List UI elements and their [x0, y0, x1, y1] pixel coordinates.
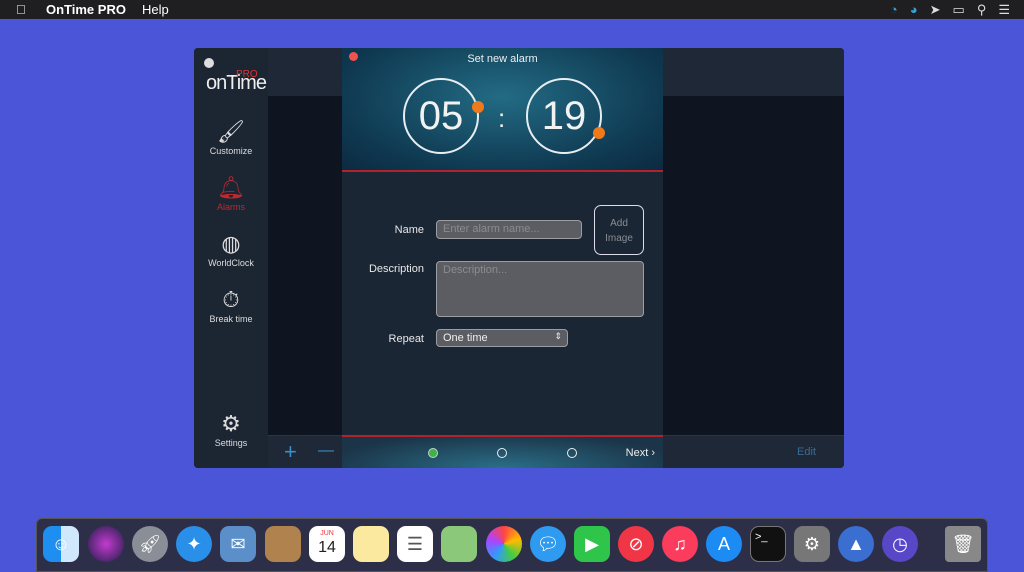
- dock-maps-icon[interactable]: [441, 526, 477, 562]
- cursor-icon[interactable]: ➤: [930, 2, 941, 18]
- repeat-value: One time: [443, 332, 488, 344]
- sidebar-item-settings[interactable]: ⚙︎ Settings: [194, 410, 268, 448]
- dock-news-icon[interactable]: ⊘: [618, 526, 654, 562]
- bell-icon: 🔔︎: [217, 175, 245, 200]
- app-logo: onTime PRO: [206, 69, 267, 94]
- dock-facetime-icon[interactable]: ▶: [574, 526, 610, 562]
- hours-knob[interactable]: [472, 101, 484, 113]
- dock-mail-icon[interactable]: ✉: [220, 526, 256, 562]
- alarm-name-input[interactable]: Enter alarm name...: [436, 220, 582, 239]
- sidebar-item-label: Break time: [209, 314, 253, 324]
- dock-terminal-icon[interactable]: >_: [750, 526, 786, 562]
- sheet-title: Set new alarm: [467, 53, 538, 65]
- remove-alarm-button[interactable]: —: [318, 442, 334, 460]
- dock-music-icon[interactable]: ♫: [662, 526, 698, 562]
- dock-notes-icon[interactable]: [353, 526, 389, 562]
- dock-system-preferences-icon[interactable]: ⚙︎: [794, 526, 830, 562]
- dock-siri-icon[interactable]: [88, 526, 124, 562]
- apple-icon[interactable]: : [16, 2, 30, 17]
- sidebar-item-label: Settings: [214, 438, 248, 448]
- page-dot-3[interactable]: [567, 448, 577, 458]
- dock-trash-icon[interactable]: 🗑︎: [945, 526, 981, 562]
- new-alarm-sheet: Set new alarm 05 : 19 Name Enter alarm n…: [342, 48, 663, 468]
- menu-app-name[interactable]: OnTime PRO: [46, 2, 126, 17]
- description-input[interactable]: Description...: [436, 261, 644, 317]
- sidebar-item-label: Customize: [209, 146, 253, 156]
- dock-photos-icon[interactable]: [486, 526, 522, 562]
- search-icon[interactable]: ⚲: [977, 2, 987, 18]
- repeat-select[interactable]: One time ⇕: [436, 329, 568, 347]
- sidebar: onTime PRO 🖌︎ Customize 🔔︎ Alarms ◍ WorldClo…: [194, 48, 268, 468]
- speedometer-icon[interactable]: ◕: [910, 2, 918, 18]
- dock-app-store-icon[interactable]: A: [706, 526, 742, 562]
- stopwatch-icon: ⏱︎: [222, 287, 240, 312]
- dock-messages-icon[interactable]: 💬︎: [530, 526, 566, 562]
- add-alarm-button[interactable]: +: [284, 439, 297, 465]
- next-label: Next: [625, 447, 649, 459]
- add-image-label: Image: [605, 233, 633, 244]
- window-close-button[interactable]: [204, 58, 214, 68]
- time-separator: :: [498, 103, 506, 133]
- dock-contacts-icon[interactable]: [265, 526, 301, 562]
- page-dot-1[interactable]: [428, 448, 438, 458]
- menu-bar:  OnTime PRO Help ◔ ◕ ➤ ▭ ⚲ ☰: [0, 0, 1024, 19]
- description-label: Description: [368, 263, 424, 275]
- add-image-button[interactable]: Add Image: [594, 205, 644, 255]
- sidebar-item-customize[interactable]: 🖌︎ Customize: [194, 118, 268, 156]
- list-icon[interactable]: ☰: [998, 2, 1010, 18]
- hours-dial[interactable]: 05: [403, 78, 479, 154]
- minutes-knob[interactable]: [593, 127, 605, 139]
- gear-icon: ⚙︎: [221, 411, 241, 436]
- dock-reminders-icon[interactable]: ☰: [397, 526, 433, 562]
- edit-button[interactable]: Edit: [797, 446, 816, 458]
- sheet-footer: Next ›: [342, 435, 663, 468]
- page-dot-2[interactable]: [497, 448, 507, 458]
- dock-altitude-icon[interactable]: ▲: [838, 526, 874, 562]
- repeat-label: Repeat: [388, 333, 424, 345]
- menu-help[interactable]: Help: [142, 2, 169, 17]
- name-label: Name: [394, 224, 424, 236]
- sidebar-item-label: WorldClock: [208, 258, 254, 268]
- sidebar-item-alarms[interactable]: 🔔︎ Alarms: [194, 174, 268, 212]
- sidebar-item-break-time[interactable]: ⏱︎ Break time: [194, 286, 268, 324]
- sidebar-item-label: Alarms: [216, 202, 245, 212]
- display-icon[interactable]: ▭: [953, 2, 965, 18]
- chevron-right-icon: ›: [651, 447, 655, 459]
- globe-icon: ◍: [221, 231, 241, 256]
- sidebar-item-worldclock[interactable]: ◍ WorldClock: [194, 230, 268, 268]
- dock-ontime-icon[interactable]: ◷: [882, 526, 918, 562]
- next-button[interactable]: Next ›: [626, 447, 655, 459]
- paintbrush-icon: 🖌︎: [217, 119, 245, 144]
- minutes-dial[interactable]: 19: [526, 78, 602, 154]
- add-image-label: Add: [610, 218, 628, 229]
- dock-launchpad-icon[interactable]: 🚀︎: [132, 526, 168, 562]
- dock: ☺ 🚀︎ ✦ ✉ JUN 14 ☰ 💬︎ ▶ ⊘ ♫ A >_ ⚙︎ ▲ ◷ 🗑︎: [36, 518, 988, 572]
- dock-finder-icon[interactable]: ☺: [43, 526, 79, 562]
- dock-safari-icon[interactable]: ✦: [176, 526, 212, 562]
- clock-icon[interactable]: ◔: [890, 2, 898, 18]
- chevron-updown-icon: ⇕: [554, 331, 562, 341]
- dock-calendar-icon[interactable]: JUN 14: [309, 526, 345, 562]
- time-picker-header: Set new alarm 05 : 19: [342, 48, 663, 172]
